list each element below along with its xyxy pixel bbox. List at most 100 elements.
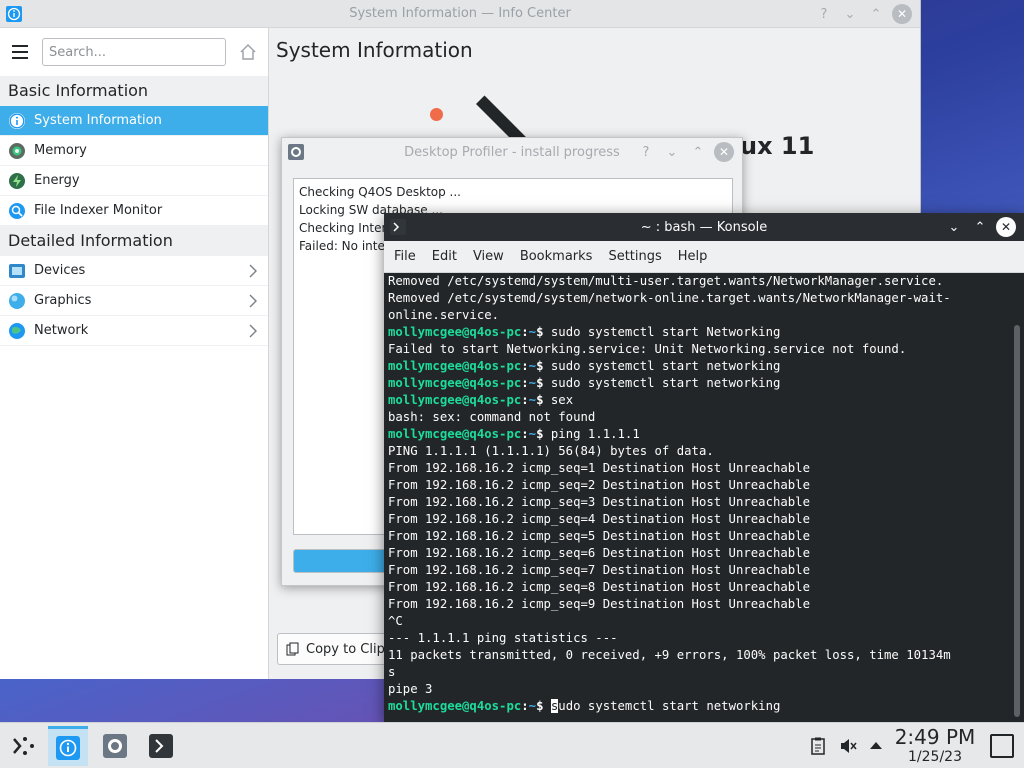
terminal-scrollbar[interactable] [1014,325,1020,717]
search-icon [9,202,25,219]
prompt-sigil: $ [536,376,551,390]
prompt-sigil: $ [536,359,551,373]
konsole-window: ~ : bash — Konsole ⌄ ⌃ ✕ File Edit View … [384,213,1024,722]
command-text: sex [550,393,574,407]
maximize-button[interactable]: ⌃ [866,4,886,24]
terminal-prompt-line: mollymcgee@q4os-pc:~$ sudo systemctl sta… [388,375,1020,392]
tray-expand-icon[interactable] [866,736,886,756]
menu-help[interactable]: Help [670,249,716,264]
info-center-titlebar[interactable]: System Information — Info Center ? ⌄ ⌃ ✕ [0,0,920,28]
log-line: Checking Q4OS Desktop ... [299,185,461,199]
info-center-task[interactable] [48,726,88,766]
basic-information-heading: Basic Information [0,76,268,106]
sidebar-item-network[interactable]: Network [0,316,268,346]
terminal-output-line: s [388,665,396,679]
menu-bookmarks[interactable]: Bookmarks [512,249,601,264]
prompt-user: mollymcgee@q4os-pc [388,359,522,373]
close-button[interactable]: ✕ [892,4,912,24]
show-desktop-button[interactable] [990,734,1014,758]
taskbar: 2:49 PM 1/25/23 [0,722,1024,768]
clipboard-icon[interactable] [808,736,828,756]
terminal-output-line: From 192.168.16.2 icmp_seq=1 Destination… [388,461,810,475]
menu-view[interactable]: View [465,249,512,264]
terminal-prompt-line: mollymcgee@q4os-pc:~$ sudo systemctl sta… [388,358,1020,375]
prompt-path: ~ [528,376,537,390]
prompt-separator: : [521,699,529,713]
minimize-button[interactable]: ⌄ [662,142,682,162]
chevron-right-icon [249,324,257,338]
distro-name-text: ux 11 [740,132,815,160]
sidebar-item-label: System Information [34,113,162,128]
minimize-button[interactable]: ⌄ [840,4,860,24]
volume-muted-icon[interactable] [838,736,858,756]
terminal-prompt-line: mollymcgee@q4os-pc:~$ sudo systemctl sta… [388,698,1020,715]
page-title: System Information [276,38,473,62]
devices-icon [9,263,25,278]
chevron-right-icon [249,264,257,278]
settings-task-icon [103,734,127,758]
desktop-profiler-task[interactable] [95,726,135,766]
prompt-user: mollymcgee@q4os-pc [388,393,522,407]
info-icon [9,112,25,129]
prompt-path: ~ [528,325,537,339]
sidebar-item-label: Energy [34,173,80,188]
prompt-separator: : [521,393,529,407]
terminal-output-line: From 192.168.16.2 icmp_seq=6 Destination… [388,546,810,560]
terminal-output-line: bash: sex: command not found [388,410,596,424]
sidebar-item-system-information[interactable]: System Information [0,106,268,136]
sidebar-item-devices[interactable]: Devices [0,256,268,286]
terminal-output-line: From 192.168.16.2 icmp_seq=5 Destination… [388,529,810,543]
maximize-button[interactable]: ⌃ [970,217,990,237]
energy-icon [9,172,25,189]
info-center-sidebar: Basic Information System Information Mem… [0,28,269,679]
sidebar-item-label: Graphics [34,293,92,308]
clock-time[interactable]: 2:49 PM [893,725,977,749]
copy-button-label: Copy to Clipb [306,641,394,657]
close-button[interactable]: ✕ [714,142,734,162]
close-button[interactable]: ✕ [996,217,1016,237]
prompt-sigil: $ [536,699,551,713]
terminal-output-line: PING 1.1.1.1 (1.1.1.1) 56(84) bytes of d… [388,444,714,458]
graphics-icon [9,292,25,309]
profiler-titlebar[interactable]: Desktop Profiler - install progress ? ⌄ … [282,138,742,166]
distro-logo-dot [430,108,443,121]
info-center-task-icon [56,735,80,760]
terminal-output[interactable]: Removed /etc/systemd/system/multi-user.t… [384,273,1024,722]
clock-date[interactable]: 1/25/23 [893,749,977,765]
sidebar-item-label: File Indexer Monitor [34,203,163,218]
menu-file[interactable]: File [386,249,424,264]
maximize-button[interactable]: ⌃ [688,142,708,162]
sidebar-item-energy[interactable]: Energy [0,166,268,196]
command-text: sudo systemctl start networking [550,359,781,373]
minimize-button[interactable]: ⌄ [944,217,964,237]
terminal-output-line: From 192.168.16.2 icmp_seq=4 Destination… [388,512,810,526]
terminal-output-line: ^C [388,614,403,628]
sidebar-item-file-indexer-monitor[interactable]: File Indexer Monitor [0,196,268,226]
sidebar-item-label: Memory [34,143,87,158]
prompt-sigil: $ [536,393,551,407]
chevron-right-icon [249,294,257,308]
command-text: ping 1.1.1.1 [550,427,640,441]
terminal-output-line: --- 1.1.1.1 ping statistics --- [388,631,618,645]
prompt-separator: : [521,427,529,441]
search-input[interactable] [42,38,226,66]
terminal-output-line: From 192.168.16.2 icmp_seq=3 Destination… [388,495,810,509]
application-launcher-icon[interactable] [8,731,38,761]
home-icon[interactable] [236,40,260,64]
detailed-information-heading: Detailed Information [0,226,268,256]
hamburger-menu-icon[interactable] [8,40,32,64]
sidebar-item-graphics[interactable]: Graphics [0,286,268,316]
menu-edit[interactable]: Edit [424,249,465,264]
prompt-user: mollymcgee@q4os-pc [388,427,522,441]
terminal-output-line: online.service. [388,308,500,322]
menu-settings[interactable]: Settings [600,249,669,264]
terminal-output-line: Removed /etc/systemd/system/network-onli… [388,291,951,305]
sidebar-item-memory[interactable]: Memory [0,136,268,166]
prompt-separator: : [521,359,529,373]
konsole-task[interactable] [141,726,181,766]
konsole-titlebar[interactable]: ~ : bash — Konsole ⌄ ⌃ ✕ [384,213,1024,241]
help-button[interactable]: ? [814,4,834,24]
help-button[interactable]: ? [636,142,656,162]
info-center-title: System Information — Info Center [349,6,571,21]
terminal-output-line: Failed to start Networking.service: Unit… [388,342,907,356]
